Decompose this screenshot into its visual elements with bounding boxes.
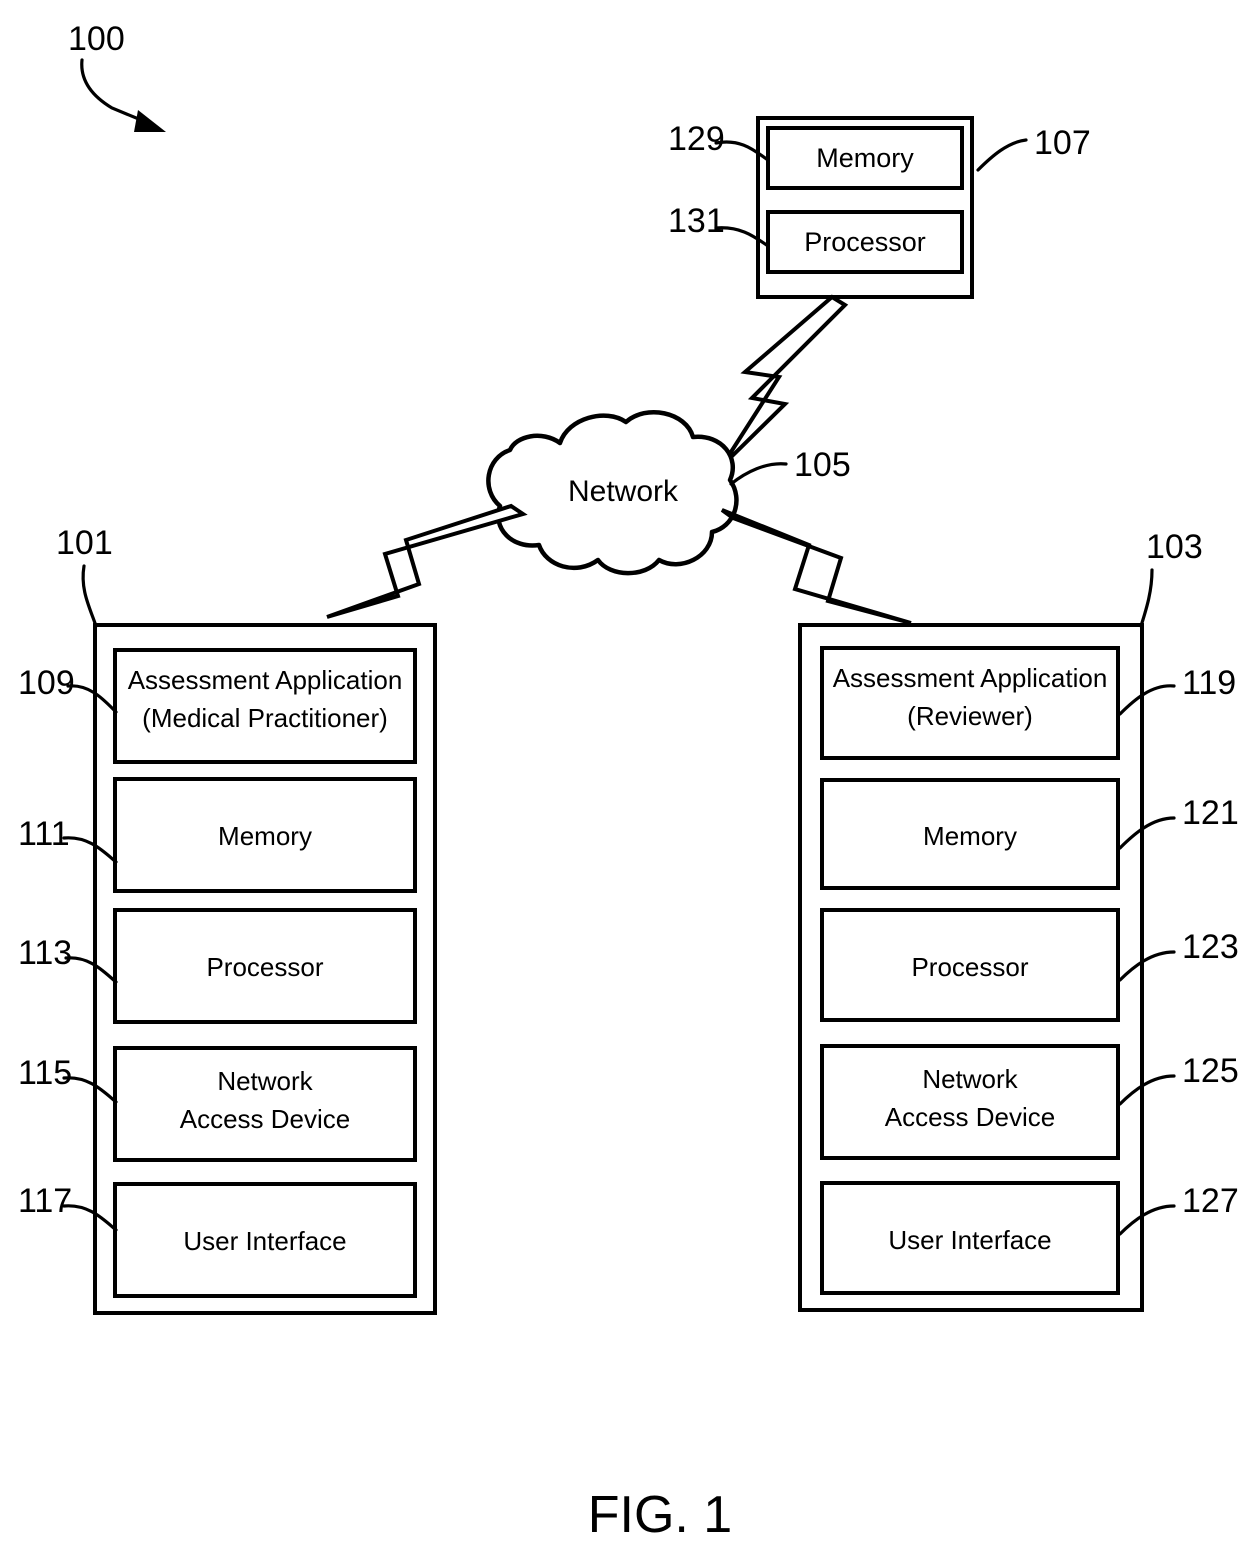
ref-119: 119 bbox=[1182, 664, 1236, 702]
right-memory-label: Memory bbox=[923, 821, 1017, 851]
left-memory-label: Memory bbox=[218, 821, 312, 851]
network-label: Network bbox=[568, 475, 679, 508]
ref-125: 125 bbox=[1182, 1052, 1239, 1090]
right-processor-label: Processor bbox=[911, 952, 1028, 982]
ref-123: 123 bbox=[1182, 928, 1239, 966]
ref-103: 103 bbox=[1146, 528, 1203, 566]
ref-129: 129 bbox=[668, 120, 725, 158]
lightning-cloud-left-device bbox=[326, 503, 528, 619]
server-memory-label: Memory bbox=[816, 143, 914, 173]
ref-121: 121 bbox=[1182, 794, 1239, 832]
system-callout-arrowhead bbox=[134, 110, 166, 132]
ref-113: 113 bbox=[18, 934, 72, 972]
left-assessment-application-label: Assessment Application bbox=[128, 665, 403, 695]
ref-111: 111 bbox=[18, 815, 70, 853]
ref-107: 107 bbox=[1034, 124, 1091, 162]
left-assessment-application-sublabel: (Medical Practitioner) bbox=[142, 703, 388, 733]
ref-127: 127 bbox=[1182, 1182, 1239, 1220]
ref-100: 100 bbox=[68, 20, 125, 58]
ref-109: 109 bbox=[18, 664, 75, 702]
network-cloud[interactable]: Network 105 bbox=[486, 410, 851, 576]
left-processor-label: Processor bbox=[206, 952, 323, 982]
left-device-node[interactable]: Assessment Application (Medical Practiti… bbox=[18, 524, 437, 1315]
ref-107-leader bbox=[976, 138, 1028, 172]
server-processor-label: Processor bbox=[804, 227, 926, 257]
ref-101: 101 bbox=[56, 524, 113, 562]
ref-131: 131 bbox=[668, 202, 725, 240]
ref-105-leader bbox=[729, 462, 788, 486]
right-assessment-application-label: Assessment Application bbox=[833, 663, 1108, 693]
right-network-access-device-sublabel: Access Device bbox=[885, 1102, 1056, 1132]
lightning-cloud-right-device bbox=[720, 508, 912, 625]
figure-caption: FIG. 1 bbox=[588, 1486, 732, 1544]
right-device-node[interactable]: Assessment Application (Reviewer) Memory… bbox=[798, 528, 1239, 1312]
server-node[interactable]: Memory Processor 129 131 107 bbox=[668, 116, 1091, 299]
lightning-server-cloud bbox=[720, 294, 849, 468]
left-network-access-device-label: Network bbox=[217, 1066, 313, 1096]
right-assessment-application-sublabel: (Reviewer) bbox=[907, 701, 1033, 731]
right-user-interface-label: User Interface bbox=[888, 1225, 1051, 1255]
figure-1-diagram: 100 Memory Processor 129 131 107 Network… bbox=[18, 20, 1239, 1544]
left-network-access-device-sublabel: Access Device bbox=[180, 1104, 351, 1134]
left-user-interface-label: User Interface bbox=[183, 1226, 346, 1256]
system-callout-leader bbox=[80, 58, 148, 124]
patent-figure: 100 Memory Processor 129 131 107 Network… bbox=[0, 0, 1240, 1556]
ref-115: 115 bbox=[18, 1054, 72, 1092]
ref-117: 117 bbox=[18, 1182, 72, 1220]
ref-101-leader bbox=[81, 564, 98, 628]
right-network-access-device-label: Network bbox=[922, 1064, 1018, 1094]
system-callout: 100 bbox=[68, 20, 166, 132]
ref-103-leader bbox=[1139, 568, 1154, 628]
ref-105: 105 bbox=[794, 446, 851, 484]
